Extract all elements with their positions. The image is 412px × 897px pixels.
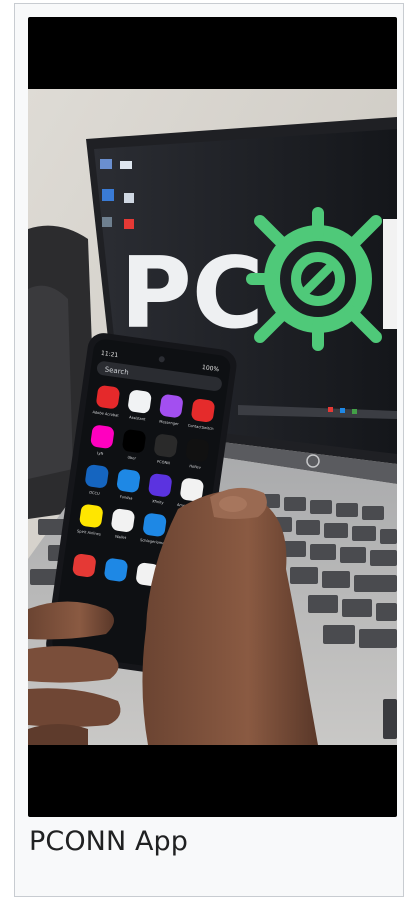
fundsa-icon [117, 469, 141, 493]
spirit-airlines-icon [79, 504, 103, 528]
uber-icon [122, 429, 146, 453]
messenger-icon [159, 394, 183, 418]
pconn-logo-icon [246, 207, 382, 351]
adobe-acrobat-icon [96, 385, 120, 409]
schlage-icon [143, 513, 167, 537]
logo-text: PC [120, 237, 264, 351]
xfinity-icon [148, 473, 172, 497]
google-assistant-icon [128, 390, 152, 414]
video-player[interactable]: PC 11:21 100% Search Adobe Acrobat Assis… [28, 17, 397, 817]
wallet-icon [111, 508, 135, 532]
figure-caption: PCONN App [29, 826, 189, 857]
phone-dock-app-icon[interactable] [72, 553, 97, 578]
contactswitch-icon [191, 398, 215, 423]
figure-card: PC 11:21 100% Search Adobe Acrobat Assis… [14, 3, 404, 897]
lyft-icon [90, 425, 114, 449]
video-frame-image: PC 11:21 100% Search Adobe Acrobat Assis… [28, 89, 397, 745]
horev-icon [185, 438, 209, 462]
pconn-icon [154, 434, 178, 458]
dccu-icon [85, 464, 109, 488]
phone-dock-app-icon[interactable] [104, 558, 129, 583]
